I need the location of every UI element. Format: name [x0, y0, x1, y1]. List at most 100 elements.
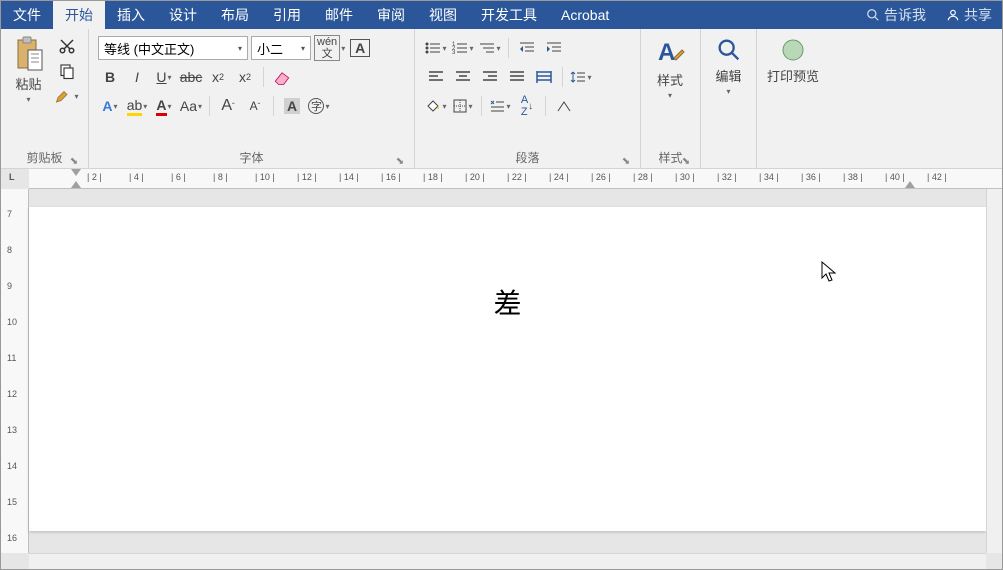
styles-dialog-launcher[interactable]: ⬊ — [680, 155, 692, 167]
group-font: 等线 (中文正文)▾ 小二▾ wén文 A B I U abc x2 x2 A … — [89, 29, 415, 169]
font-color-button[interactable]: A — [152, 94, 176, 118]
enclose-char-button[interactable]: 字 — [307, 94, 331, 118]
first-line-indent-marker[interactable] — [71, 169, 81, 176]
decrease-indent-button[interactable] — [515, 36, 539, 60]
clear-formatting-button[interactable] — [270, 65, 294, 89]
tab-review[interactable]: 审阅 — [365, 1, 417, 29]
ruler-tick: 15 — [7, 497, 17, 507]
bullets-button[interactable] — [424, 36, 448, 60]
subscript-button[interactable]: x2 — [206, 65, 230, 89]
tab-bar: 文件 开始 插入 设计 布局 引用 邮件 审阅 视图 开发工具 Acrobat … — [1, 1, 1002, 29]
tab-file[interactable]: 文件 — [1, 1, 53, 29]
distributed-button[interactable] — [532, 65, 556, 89]
ruler-vertical[interactable]: 78910111213141516 — [1, 189, 29, 553]
borders-button[interactable] — [451, 94, 475, 118]
clipboard-icon — [14, 36, 44, 72]
snap-to-grid-button[interactable] — [488, 94, 512, 118]
justify-button[interactable] — [505, 65, 529, 89]
distributed-icon — [536, 70, 552, 84]
vertical-scrollbar[interactable] — [986, 189, 1002, 553]
a-box-icon: A — [350, 39, 370, 57]
show-marks-button[interactable] — [552, 94, 576, 118]
align-right-button[interactable] — [478, 65, 502, 89]
tab-layout[interactable]: 布局 — [209, 1, 261, 29]
editing-label: 编辑 — [715, 66, 741, 85]
ruler-tick: 8 — [7, 245, 12, 255]
increase-indent-button[interactable] — [542, 36, 566, 60]
document-area[interactable]: 差 — [29, 189, 986, 553]
phonetic-guide-button[interactable]: wén文 — [314, 36, 345, 60]
numbering-button[interactable]: 123 — [451, 36, 475, 60]
cut-button[interactable] — [55, 34, 79, 58]
ruler-tick: | 12 | — [297, 172, 317, 182]
svg-text:A: A — [658, 39, 675, 66]
editing-button[interactable]: 编辑 ▾ — [706, 32, 751, 151]
page[interactable]: 差 — [29, 207, 986, 531]
ruler-tick: 9 — [7, 281, 12, 291]
tab-devtools[interactable]: 开发工具 — [469, 1, 549, 29]
pilcrow-icon — [556, 98, 572, 114]
paragraph-dialog-launcher[interactable]: ⬊ — [620, 155, 632, 167]
ruler-tick: | 30 | — [675, 172, 695, 182]
document-text[interactable]: 差 — [493, 282, 521, 322]
styles-icon: A — [654, 36, 686, 68]
print-preview-button[interactable]: 打印预览 — [762, 32, 824, 151]
font-size-value: 小二 — [257, 39, 283, 58]
hanging-indent-marker[interactable] — [71, 181, 81, 188]
clipboard-dialog-launcher[interactable]: ⬊ — [68, 155, 80, 167]
text-effects-button[interactable]: A — [98, 94, 122, 118]
strikethrough-button[interactable]: abc — [179, 65, 203, 89]
share-button[interactable]: 共享 — [936, 5, 1002, 25]
brush-icon — [55, 87, 73, 105]
search-icon — [866, 8, 880, 22]
ruler-tick: 10 — [7, 317, 17, 327]
font-size-combo[interactable]: 小二▾ — [251, 36, 311, 60]
italic-button[interactable]: I — [125, 65, 149, 89]
grow-font-button[interactable]: Aˆ — [216, 94, 240, 118]
right-indent-marker[interactable] — [905, 181, 915, 188]
align-left-button[interactable] — [424, 65, 448, 89]
font-name-combo[interactable]: 等线 (中文正文)▾ — [98, 36, 248, 60]
change-case-button[interactable]: Aa — [179, 94, 203, 118]
horizontal-scrollbar[interactable] — [29, 553, 986, 569]
tab-view[interactable]: 视图 — [417, 1, 469, 29]
char-shading-button[interactable]: A — [280, 94, 304, 118]
underline-button[interactable]: U — [152, 65, 176, 89]
ruler-tick: 12 — [7, 389, 17, 399]
paste-label: 粘贴 — [15, 74, 41, 93]
line-spacing-icon — [570, 69, 586, 85]
char-border-button[interactable]: A — [348, 36, 372, 60]
copy-button[interactable] — [55, 59, 79, 83]
ribbon: 粘贴 ▾ 剪贴板⬊ 等线 (中文正文)▾ 小二▾ wén文 A B I U — [1, 29, 1002, 169]
line-spacing-button[interactable] — [569, 65, 593, 89]
tab-references[interactable]: 引用 — [261, 1, 313, 29]
share-label: 共享 — [964, 5, 992, 25]
indent-icon — [546, 41, 562, 55]
tab-acrobat[interactable]: Acrobat — [549, 1, 621, 29]
align-center-button[interactable] — [451, 65, 475, 89]
superscript-button[interactable]: x2 — [233, 65, 257, 89]
wen-icon: wén文 — [314, 35, 340, 61]
format-painter-button[interactable] — [55, 84, 79, 108]
shading-button[interactable] — [424, 94, 448, 118]
tab-mailings[interactable]: 邮件 — [313, 1, 365, 29]
paste-button[interactable]: 粘贴 ▾ — [6, 32, 51, 151]
ruler-tick: | 22 | — [507, 172, 527, 182]
ruler-tick: 11 — [7, 353, 16, 363]
person-icon — [946, 8, 960, 22]
bold-button[interactable]: B — [98, 65, 122, 89]
tab-insert[interactable]: 插入 — [105, 1, 157, 29]
styles-group-label: 样式 — [658, 151, 682, 165]
sort-button[interactable]: AZ↓ — [515, 94, 539, 118]
ruler-tick: 7 — [7, 209, 12, 219]
shrink-font-button[interactable]: Aˇ — [243, 94, 267, 118]
highlight-button[interactable]: ab — [125, 94, 149, 118]
font-dialog-launcher[interactable]: ⬊ — [394, 155, 406, 167]
ruler-tick: | 32 | — [717, 172, 737, 182]
multilevel-list-button[interactable] — [478, 36, 502, 60]
tab-design[interactable]: 设计 — [157, 1, 209, 29]
tell-me[interactable]: 告诉我 — [856, 5, 936, 25]
tab-home[interactable]: 开始 — [53, 1, 105, 29]
styles-button[interactable]: A 样式 ▾ — [646, 32, 694, 151]
ruler-horizontal[interactable]: L | 2 || 4 || 6 || 8 || 10 || 12 || 14 |… — [29, 169, 1002, 189]
